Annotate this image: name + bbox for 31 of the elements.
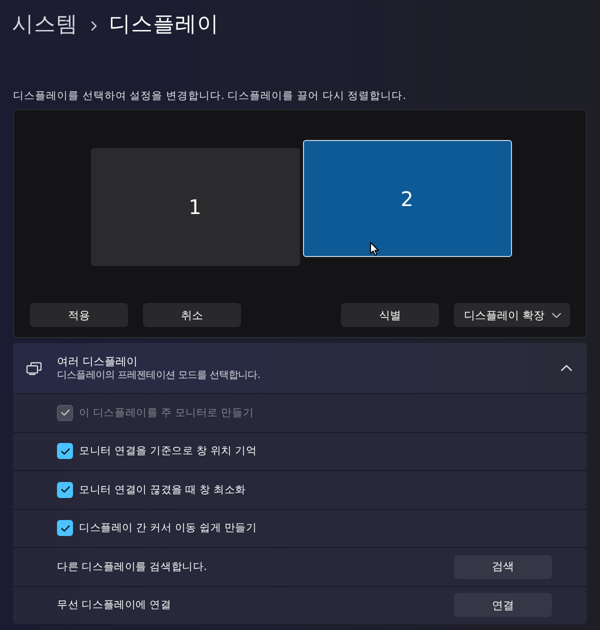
section-title: 여러 디스플레이 [57, 354, 138, 369]
checkmark-icon [60, 409, 70, 416]
action-button[interactable]: 연결 [454, 593, 552, 618]
checkmark-icon [60, 448, 70, 455]
identify-button[interactable]: 식별 [341, 303, 439, 327]
checkbox-label: 모니터 연결을 기준으로 창 위치 기억 [79, 444, 257, 458]
monitor-tile[interactable]: 1 [90, 148, 300, 266]
section-subtitle: 디스플레이의 프레젠테이션 모드를 선택합니다. [57, 369, 260, 382]
page-title: 디스플레이 [109, 10, 219, 38]
checkbox-label: 디스플레이 간 커서 이동 쉽게 만들기 [79, 521, 257, 536]
mouse-pointer-icon [370, 242, 379, 256]
panel-button[interactable]: 취소 [143, 303, 241, 327]
display-mode-dropdown[interactable]: 디스플레이 확장 [454, 303, 570, 327]
monitor-tile[interactable]: 2 [302, 140, 512, 257]
chevron-down-icon [552, 312, 561, 318]
checkbox[interactable] [57, 520, 73, 536]
expander-header[interactable]: 여러 디스플레이 디스플레이의 프레젠테이션 모드를 선택합니다. [13, 343, 587, 393]
setting-label: 다른 디스플레이를 검색합니다. [57, 560, 208, 574]
instruction-text: 디스플레이를 선택하여 설정을 변경합니다. 디스플레이를 끌어 다시 정렬합니다. [13, 89, 408, 104]
chevron-right-icon [91, 20, 97, 30]
action-button[interactable]: 검색 [454, 554, 552, 579]
checkmark-icon [60, 524, 70, 532]
checkbox[interactable] [57, 482, 73, 498]
checkbox-label: 이 디스플레이를 주 모니터로 만들기 [79, 406, 254, 420]
checkmark-icon [60, 486, 70, 494]
checkbox-label: 모니터 연결이 끊겼을 때 창 최소화 [79, 482, 246, 497]
panel-button[interactable]: 적용 [30, 303, 128, 327]
breadcrumb-link[interactable]: 시스템 [12, 8, 78, 42]
setting-label: 무선 디스플레이에 연결 [57, 598, 172, 612]
multiple-monitors-icon [26, 362, 42, 374]
checkbox[interactable] [57, 443, 73, 460]
